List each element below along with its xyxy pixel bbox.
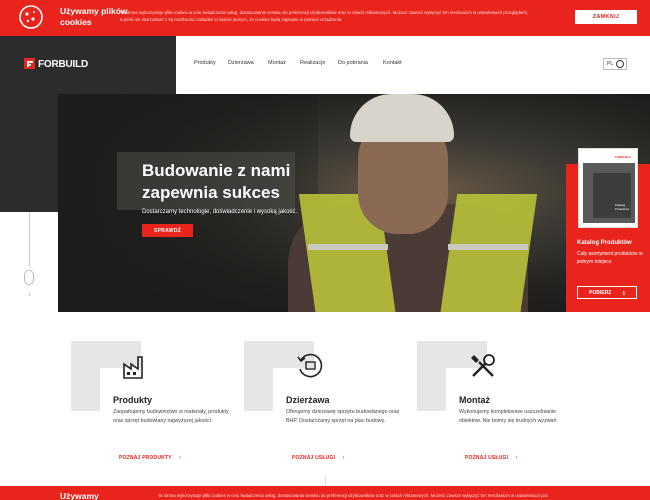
service-title-montaz: Montaż: [459, 395, 490, 405]
catalog-cover-logo: FORBUILD: [615, 155, 631, 159]
nav-item-montaz[interactable]: Montaż: [268, 60, 300, 66]
factory-icon: [123, 356, 143, 379]
catalog-download-button[interactable]: POBIERZ ⤓: [577, 286, 637, 299]
sidebar-dark-block: [0, 94, 58, 212]
globe-icon: [616, 60, 624, 68]
service-link-label: POZNAJ USŁUGI: [465, 455, 509, 461]
service-link-label: POZNAJ USŁUGI: [292, 455, 336, 461]
catalog-cover[interactable]: FORBUILD Katalog Produktów: [578, 148, 638, 228]
catalog-title: Katalog Produktów: [577, 240, 632, 246]
hero-subtitle: Dostarczamy technologie, doświadczenie i…: [142, 209, 298, 215]
cookie-bottom-text: Ta strona wykorzystuje pliki cookies w c…: [158, 493, 548, 498]
nav-item-do-pobrania[interactable]: Do pobrania: [338, 60, 383, 66]
download-icon: ⤓: [622, 289, 625, 296]
service-title-dzierzawa: Dzierżawa: [286, 395, 330, 405]
catalog-description: Cały asortyment produktów w jednym miejs…: [577, 251, 643, 265]
language-label: PL: [607, 61, 614, 67]
chevron-right-icon: ›: [179, 455, 182, 461]
arrow-down-icon: ↓: [27, 288, 32, 298]
nav-item-realizacje[interactable]: Realizacje: [300, 60, 338, 66]
service-card-montaz: [446, 368, 588, 488]
nav-item-produkty[interactable]: Produkty: [194, 60, 228, 66]
main-nav: Produkty Dzierżawa Montaż Realizacje Do …: [194, 60, 413, 66]
catalog-download-label: POBIERZ: [589, 289, 612, 296]
service-desc-produkty: Zaopatrujemy budownictwo w materiały, pr…: [113, 409, 229, 424]
service-link-label: POZNAJ PRODUKTY: [119, 455, 172, 461]
service-link-produkty[interactable]: POZNAJ PRODUKTY ›: [119, 455, 181, 461]
nav-item-dzierzawa[interactable]: Dzierżawa: [228, 60, 268, 66]
cookie-close-button[interactable]: ZAMKNIJ: [575, 10, 637, 24]
cookie-text: Ta strona wykorzystuje pliki cookies w c…: [120, 10, 528, 22]
scroll-line: [29, 212, 30, 267]
scroll-mouse-icon[interactable]: [24, 270, 34, 285]
logo-text: FORBUILD: [38, 59, 89, 70]
chevron-right-icon: ›: [515, 455, 518, 461]
chevron-right-icon: ›: [342, 455, 345, 461]
divider: [325, 476, 326, 486]
service-link-montaz[interactable]: POZNAJ USŁUGI ›: [465, 455, 518, 461]
tools-icon: [471, 354, 495, 377]
service-card-produkty: [100, 368, 242, 488]
hero-cta-button[interactable]: SPRAWDŹ: [142, 224, 193, 237]
rental-icon: [297, 353, 323, 378]
service-card-dzierzawa: [273, 368, 415, 488]
service-link-dzierzawa[interactable]: POZNAJ USŁUGI ›: [292, 455, 345, 461]
service-title-produkty: Produkty: [113, 395, 153, 405]
service-desc-montaz: Wykonujemy kompleksowe uszczelnianie obi…: [459, 409, 558, 424]
cookie-icon: [19, 5, 43, 29]
logo-mark-icon: [24, 58, 35, 69]
service-desc-dzierzawa: Oferujemy dzierżawę sprzętu budowlanego …: [286, 409, 400, 424]
cookie-bar-bottom: Używamy Ta strona wykorzystuje pliki coo…: [0, 486, 650, 500]
cookie-bar: Używamy plików cookies Ta strona wykorzy…: [0, 0, 650, 36]
logo[interactable]: FORBUILD: [0, 36, 176, 94]
catalog-cover-title: Katalog Produktów: [615, 203, 630, 211]
hero-title: Budowanie z nami zapewnia sukces: [142, 161, 291, 202]
nav-item-kontakt[interactable]: Kontakt: [383, 60, 413, 66]
cookie-bottom-title: Używamy: [60, 491, 99, 500]
language-switcher[interactable]: PL: [603, 58, 627, 70]
